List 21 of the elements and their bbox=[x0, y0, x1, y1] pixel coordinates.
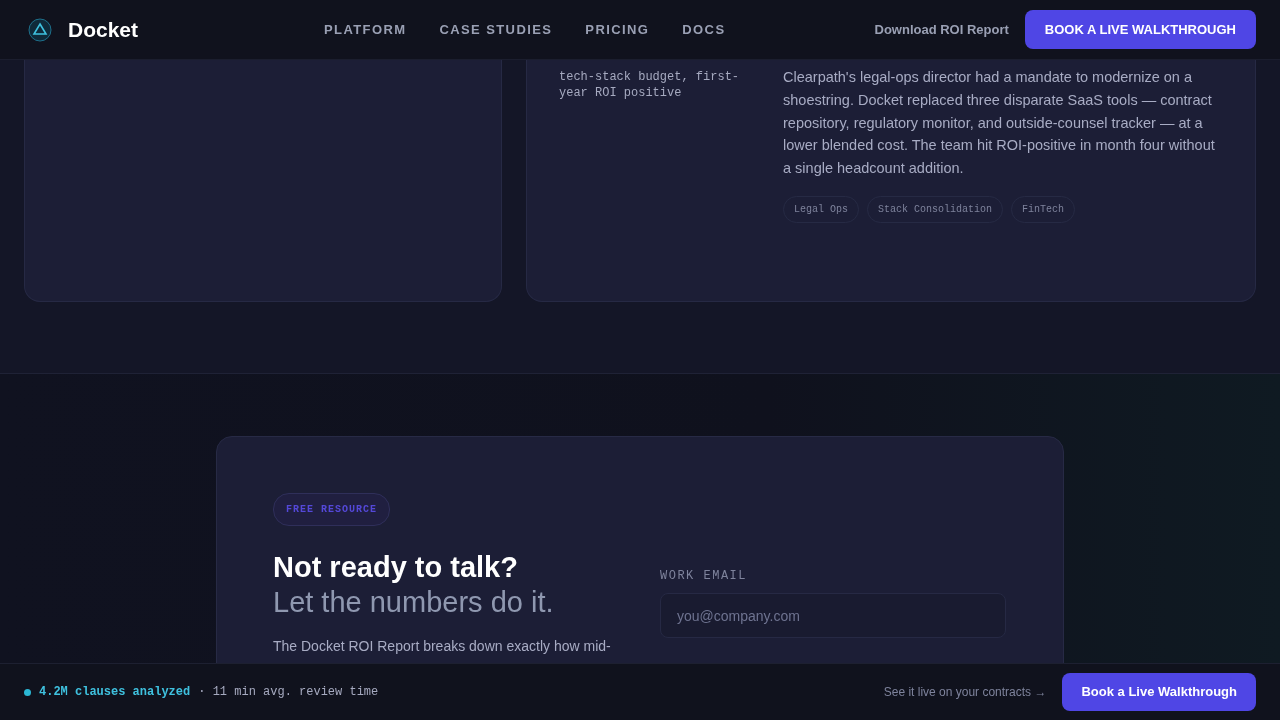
brand-name[interactable]: Docket bbox=[68, 13, 139, 46]
status-dot bbox=[24, 688, 31, 696]
download-link[interactable]: Download ROI Report bbox=[874, 19, 1009, 40]
see-live-link[interactable]: See it live on your contracts → bbox=[883, 683, 1047, 701]
result-text: tech-stack budget, first-year ROI positive bbox=[559, 70, 741, 102]
nav-link[interactable]: PRICING bbox=[585, 19, 650, 40]
email-label: WORK EMAIL bbox=[660, 568, 748, 585]
case-description: Clearpath's legal-ops director had a mandate to modernize on a shoestring. Docket replaced three disparate SaaS tools — contract repository, regulatory monitor, and outside-counsel tracker — at a lower blended cost. The team hit ROI-positive in month four without a single headcount addition. bbox=[783, 68, 1216, 178]
subheading: Let the numbers do it. bbox=[273, 584, 555, 620]
nav-link[interactable]: CASE STUDIES bbox=[439, 19, 553, 40]
stat-detail: · 11 min avg. review time bbox=[198, 684, 379, 701]
walkthrough-button[interactable]: Book a Live Walkthrough bbox=[1062, 673, 1256, 711]
nav-link[interactable]: PLATFORM bbox=[324, 19, 407, 40]
logo-icon bbox=[28, 17, 52, 42]
email-field[interactable]: you@company.com bbox=[660, 593, 1006, 638]
resource-badge: FREE RESOURCE bbox=[273, 493, 390, 526]
heading: Not ready to talk? bbox=[273, 550, 519, 585]
stat-text: 4.2M clauses analyzed bbox=[39, 684, 191, 701]
nav-link[interactable]: DOCS bbox=[682, 19, 726, 40]
body-text: The Docket ROI Report breaks down exactly how mid- bbox=[273, 636, 612, 656]
cta-button[interactable]: BOOK A LIVE WALKTHROUGH bbox=[1024, 9, 1256, 50]
